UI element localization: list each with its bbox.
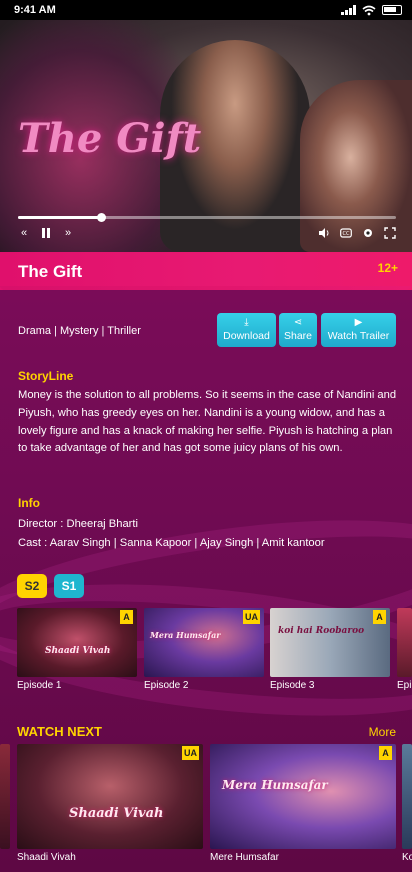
- more-link[interactable]: More: [369, 725, 396, 739]
- share-button[interactable]: ⋖ Share: [279, 313, 317, 347]
- cast-text: Cast : Aarav Singh | Sanna Kapoor | Ajay…: [18, 537, 325, 549]
- info-heading: Info: [18, 496, 40, 510]
- pause-icon[interactable]: [40, 227, 52, 239]
- watch-next-title: Shaadi Vivah: [17, 852, 76, 863]
- episode-card[interactable]: Mera Humsafar UA: [144, 608, 264, 677]
- watch-next-card-partial[interactable]: [0, 744, 10, 849]
- play-icon: ▶: [354, 317, 363, 328]
- episode-card[interactable]: [397, 608, 412, 677]
- volume-icon[interactable]: [318, 227, 330, 239]
- watch-next-title: Mere Humsafar: [210, 852, 279, 863]
- season-tab-s1[interactable]: S1: [54, 574, 84, 598]
- content-rating-badge: A: [379, 746, 392, 760]
- show-title: The Gift: [18, 262, 83, 281]
- content-rating-badge: A: [373, 610, 386, 624]
- settings-icon[interactable]: [362, 227, 374, 239]
- watch-next-heading: WATCH NEXT: [17, 724, 102, 739]
- watch-next-card[interactable]: Shaadi Vivah UA: [17, 744, 203, 849]
- director-text: Director : Dheeraj Bharti: [18, 518, 138, 530]
- share-icon: ⋖: [293, 317, 303, 328]
- battery-icon: [382, 5, 402, 15]
- download-icon: ⤓: [244, 317, 249, 328]
- wifi-icon: [362, 5, 376, 15]
- subtitles-icon[interactable]: CC: [340, 227, 352, 239]
- episode-card[interactable]: koi hai Roobaroo A: [270, 608, 390, 677]
- status-time: 9:41 AM: [14, 4, 56, 16]
- age-rating-badge: 12+: [377, 261, 398, 275]
- content-rating-badge: UA: [243, 610, 260, 624]
- status-icons: [341, 5, 402, 16]
- svg-text:CC: CC: [343, 231, 350, 237]
- watch-next-title: Ko: [402, 852, 412, 863]
- download-button[interactable]: ⤓ Download: [217, 313, 276, 347]
- watch-trailer-button[interactable]: ▶ Watch Trailer: [321, 313, 396, 347]
- rewind-icon[interactable]: «: [18, 227, 30, 239]
- episode-card[interactable]: Shaadi Vivah A: [17, 608, 137, 677]
- video-player[interactable]: The Gift « » CC: [0, 20, 412, 252]
- fast-forward-icon[interactable]: »: [62, 227, 74, 239]
- episode-title: Epi: [397, 680, 412, 691]
- seek-bar[interactable]: [18, 213, 396, 222]
- player-controls: « » CC: [18, 225, 396, 241]
- genre-list: Drama | Mystery | Thriller: [18, 325, 141, 337]
- episode-title: Episode 1: [17, 680, 62, 691]
- status-bar: 9:41 AM: [0, 0, 412, 20]
- episode-title: Episode 3: [270, 680, 315, 691]
- seek-bar-fill: [18, 216, 102, 219]
- season-tab-s2[interactable]: S2: [17, 574, 47, 598]
- watch-next-card-partial[interactable]: [402, 744, 412, 849]
- content-rating-badge: A: [120, 610, 133, 624]
- fullscreen-icon[interactable]: [384, 227, 396, 239]
- episode-title: Episode 2: [144, 680, 189, 691]
- movie-logo: The Gift: [18, 115, 202, 162]
- content-rating-badge: UA: [182, 746, 199, 760]
- storyline-text: Money is the solution to all problems. S…: [18, 389, 397, 455]
- signal-icon: [341, 5, 356, 15]
- storyline-heading: StoryLine: [18, 369, 74, 383]
- watch-next-card[interactable]: Mera Humsafar A: [210, 744, 396, 849]
